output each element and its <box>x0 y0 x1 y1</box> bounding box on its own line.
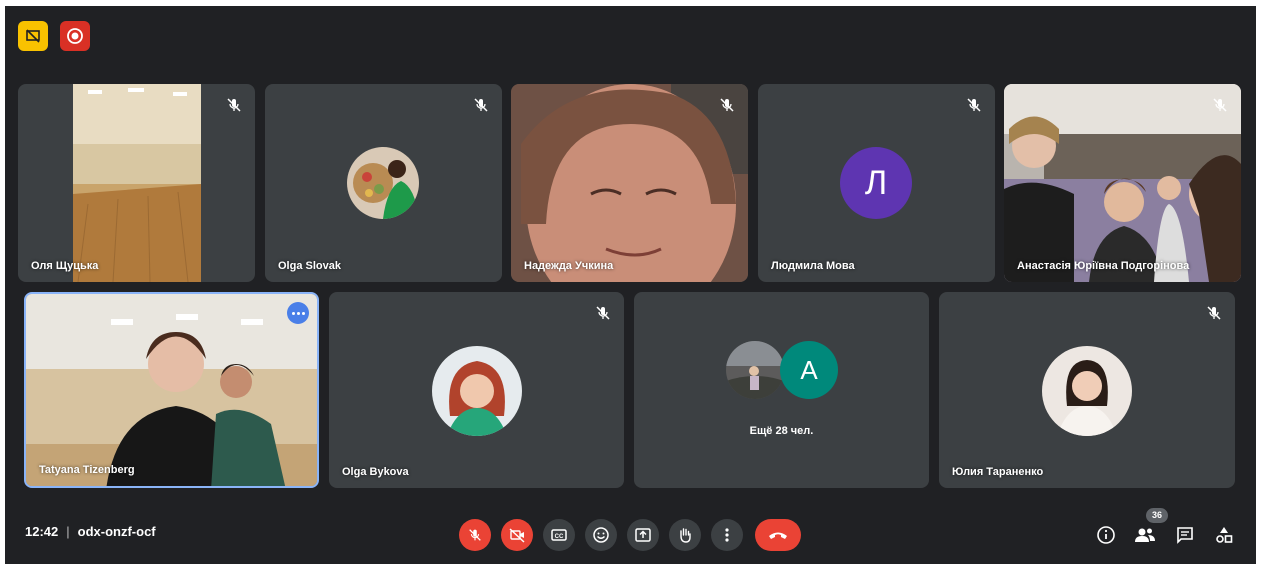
avatar <box>726 341 784 399</box>
participant-name: Анастасія Юріївна Подгорінова <box>1017 260 1190 272</box>
participant-tile-1[interactable]: Оля Щуцька <box>18 84 255 282</box>
captions-button[interactable]: CC <box>543 519 575 551</box>
emoji-button[interactable] <box>585 519 617 551</box>
camera-button[interactable] <box>501 519 533 551</box>
mic-off-icon <box>720 98 734 112</box>
participant-video <box>511 84 748 282</box>
participant-tile-9[interactable]: Юлия Тараненко <box>939 292 1235 488</box>
activities-button[interactable] <box>1212 523 1236 547</box>
participant-tile-3[interactable]: Надежда Учкина <box>511 84 748 282</box>
emoji-icon <box>593 527 609 543</box>
avatar: A <box>780 341 838 399</box>
meeting-details: 12:42 | odx-onzf-ocf <box>25 524 156 539</box>
raise-hand-icon <box>680 528 691 543</box>
recording-badge[interactable] <box>60 21 90 51</box>
participant-tile-7[interactable]: Olga Bykova <box>329 292 624 488</box>
avatar <box>347 147 419 219</box>
participant-video <box>26 294 317 486</box>
participant-tile-8[interactable]: A Ещё 28 чел. <box>634 292 929 488</box>
present-button[interactable] <box>627 519 659 551</box>
participant-tile-2[interactable]: Olga Slovak <box>265 84 502 282</box>
activities-icon <box>1216 527 1233 543</box>
participant-tile-5[interactable]: Анастасія Юріївна Подгорінова <box>1004 84 1241 282</box>
avatar <box>1042 346 1132 436</box>
info-icon <box>1097 526 1115 544</box>
svg-text:CC: CC <box>555 534 564 540</box>
tile-more-options-button[interactable] <box>287 302 309 324</box>
more-options-button[interactable] <box>711 519 743 551</box>
avatar <box>432 346 522 436</box>
mic-off-icon <box>469 529 481 541</box>
meet-window: Оля Щуцька Olga Slovak Надежда Учкина Л … <box>5 6 1256 564</box>
participant-tile-6[interactable]: Tatyana Tizenberg <box>24 292 319 488</box>
participant-name: Людмила Мова <box>771 260 855 272</box>
presentation-badge[interactable] <box>18 21 48 51</box>
mic-off-icon <box>1207 306 1221 320</box>
participant-name: Olga Bykova <box>342 466 409 478</box>
participant-name: Оля Щуцька <box>31 260 99 272</box>
mic-off-icon <box>1213 98 1227 112</box>
avatar: Л <box>840 147 912 219</box>
people-icon <box>1135 528 1155 542</box>
camera-off-icon <box>509 528 525 543</box>
present-icon <box>635 528 651 542</box>
bottom-toolbar: 12:42 | odx-onzf-ocf CC 36 <box>5 504 1256 564</box>
raise-hand-button[interactable] <box>669 519 701 551</box>
current-time: 12:42 <box>25 524 59 539</box>
meeting-code[interactable]: odx-onzf-ocf <box>78 524 156 539</box>
participant-name: Olga Slovak <box>278 260 341 272</box>
more-participants-label: Ещё 28 чел. <box>749 425 814 437</box>
chat-button[interactable] <box>1173 523 1197 547</box>
microphone-button[interactable] <box>459 519 491 551</box>
recording-icon <box>67 28 83 44</box>
captions-icon: CC <box>551 529 567 541</box>
leave-call-icon <box>769 532 787 539</box>
leave-call-button[interactable] <box>755 519 801 551</box>
participant-video <box>18 84 255 282</box>
people-button[interactable] <box>1133 523 1157 547</box>
mic-off-icon <box>474 98 488 112</box>
participant-name: Надежда Учкина <box>524 260 614 272</box>
participant-name: Tatyana Tizenberg <box>39 464 135 476</box>
participant-tile-4[interactable]: Л Людмила Мова <box>758 84 995 282</box>
participants-count-badge: 36 <box>1146 508 1168 523</box>
participant-video <box>1004 84 1241 282</box>
mic-off-icon <box>967 98 981 112</box>
chat-icon <box>1177 527 1193 544</box>
meeting-info-button[interactable] <box>1094 523 1118 547</box>
more-options-icon <box>725 528 729 542</box>
mic-off-icon <box>227 98 241 112</box>
presentation-icon <box>26 29 40 43</box>
mic-off-icon <box>596 306 610 320</box>
participant-name: Юлия Тараненко <box>952 466 1044 478</box>
